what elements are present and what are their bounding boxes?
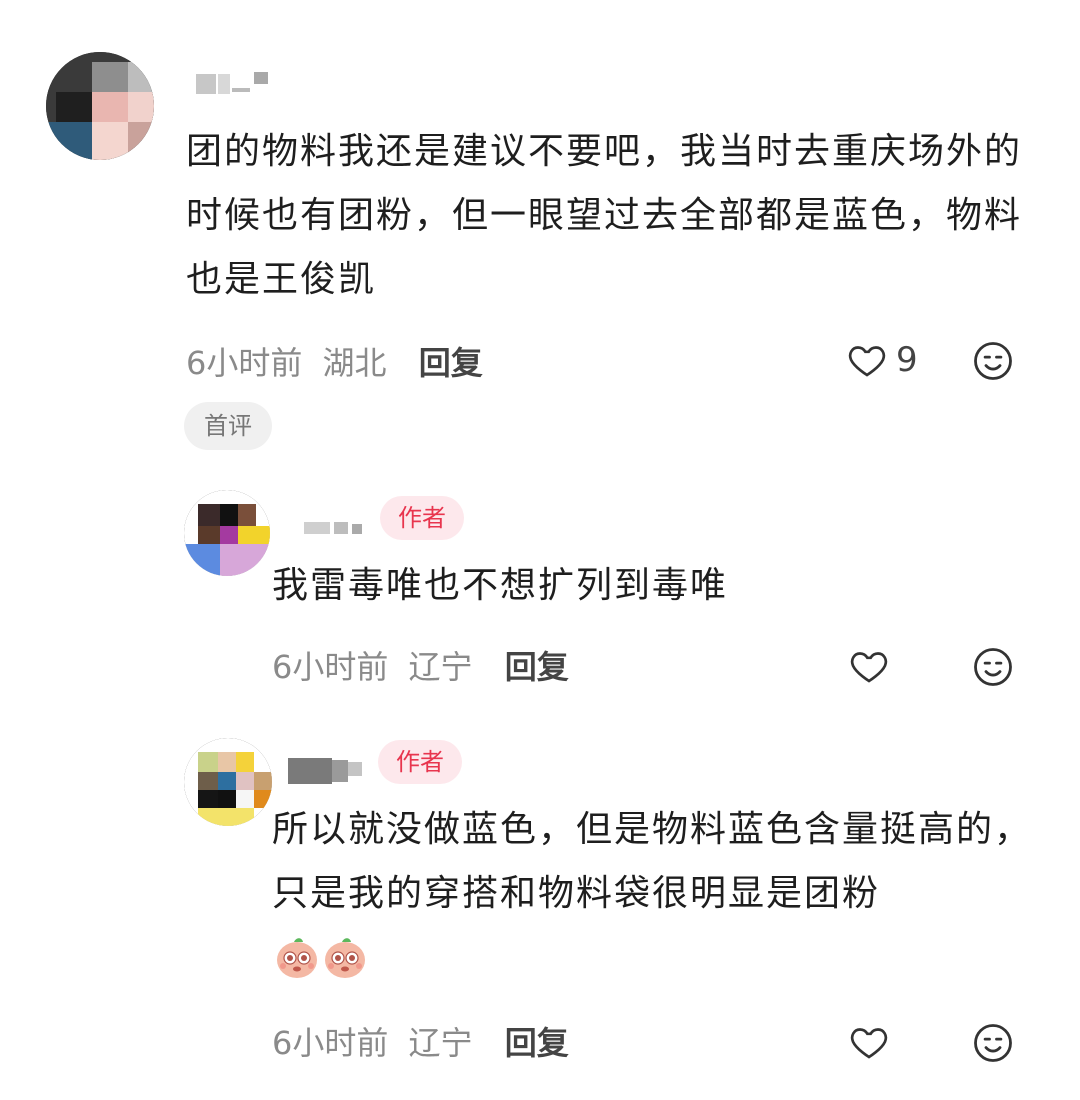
reply-meta: 6小时前 辽宁 回复 (272, 1018, 569, 1064)
reply-time: 6小时前 (272, 648, 389, 686)
username-pixelated[interactable] (288, 756, 368, 784)
reply-item: 作者 所以就没做蓝色，但是物料蓝色含量挺高的，只是我的穿搭和物料袋很明显是团粉 … (0, 720, 1080, 1100)
like-count: 9 (896, 340, 918, 380)
reply-text: 我雷毒唯也不想扩列到毒唯 (272, 565, 729, 606)
username-pixelated[interactable] (196, 70, 276, 98)
comment-location: 湖北 (322, 344, 387, 382)
emoji-face-icon (974, 342, 1012, 380)
reply-location: 辽宁 (408, 1024, 473, 1062)
emoji-reaction-button[interactable] (972, 340, 1014, 386)
reply-button[interactable]: 回复 (505, 648, 569, 686)
emoji-reaction-button[interactable] (972, 1022, 1014, 1068)
emoji-reaction-button[interactable] (972, 646, 1014, 692)
like-button[interactable] (848, 646, 890, 686)
first-comment-tag: 首评 (184, 402, 272, 450)
comment-meta: 6小时前 湖北 回复 (186, 338, 483, 384)
cute-face-sticker (325, 938, 365, 978)
comment-time: 6小时前 (186, 344, 303, 382)
emoji-face-icon (974, 1024, 1012, 1062)
author-badge: 作者 (378, 740, 462, 784)
reply-button[interactable]: 回复 (505, 1024, 569, 1062)
comment-item: 团的物料我还是建议不要吧，我当时去重庆场外的时候也有团粉，但一眼望过去全部都是蓝… (0, 0, 1080, 470)
reply-item: 作者 我雷毒唯也不想扩列到毒唯 6小时前 辽宁 回复 (0, 470, 1080, 710)
avatar[interactable] (184, 490, 270, 576)
avatar[interactable] (46, 52, 154, 160)
heart-outline-icon (850, 652, 888, 683)
cute-face-sticker (277, 938, 317, 978)
emoji-face-icon (974, 648, 1012, 686)
reply-text: 所以就没做蓝色，但是物料蓝色含量挺高的，只是我的穿搭和物料袋很明显是团粉 (272, 798, 1032, 926)
avatar[interactable] (184, 738, 272, 826)
heart-outline-icon (850, 1028, 888, 1059)
reply-button[interactable]: 回复 (419, 344, 483, 382)
like-button[interactable]: 9 (846, 340, 918, 380)
comment-text: 团的物料我还是建议不要吧，我当时去重庆场外的时候也有团粉，但一眼望过去全部都是蓝… (186, 131, 1023, 300)
author-badge: 作者 (380, 496, 464, 540)
reply-time: 6小时前 (272, 1024, 389, 1062)
like-button[interactable] (848, 1022, 890, 1062)
reply-meta: 6小时前 辽宁 回复 (272, 642, 569, 688)
heart-outline-icon (848, 346, 886, 377)
reply-location: 辽宁 (408, 648, 473, 686)
username-pixelated[interactable] (300, 510, 370, 538)
reply-text-content: 所以就没做蓝色，但是物料蓝色含量挺高的，只是我的穿搭和物料袋很明显是团粉 (272, 809, 1033, 914)
